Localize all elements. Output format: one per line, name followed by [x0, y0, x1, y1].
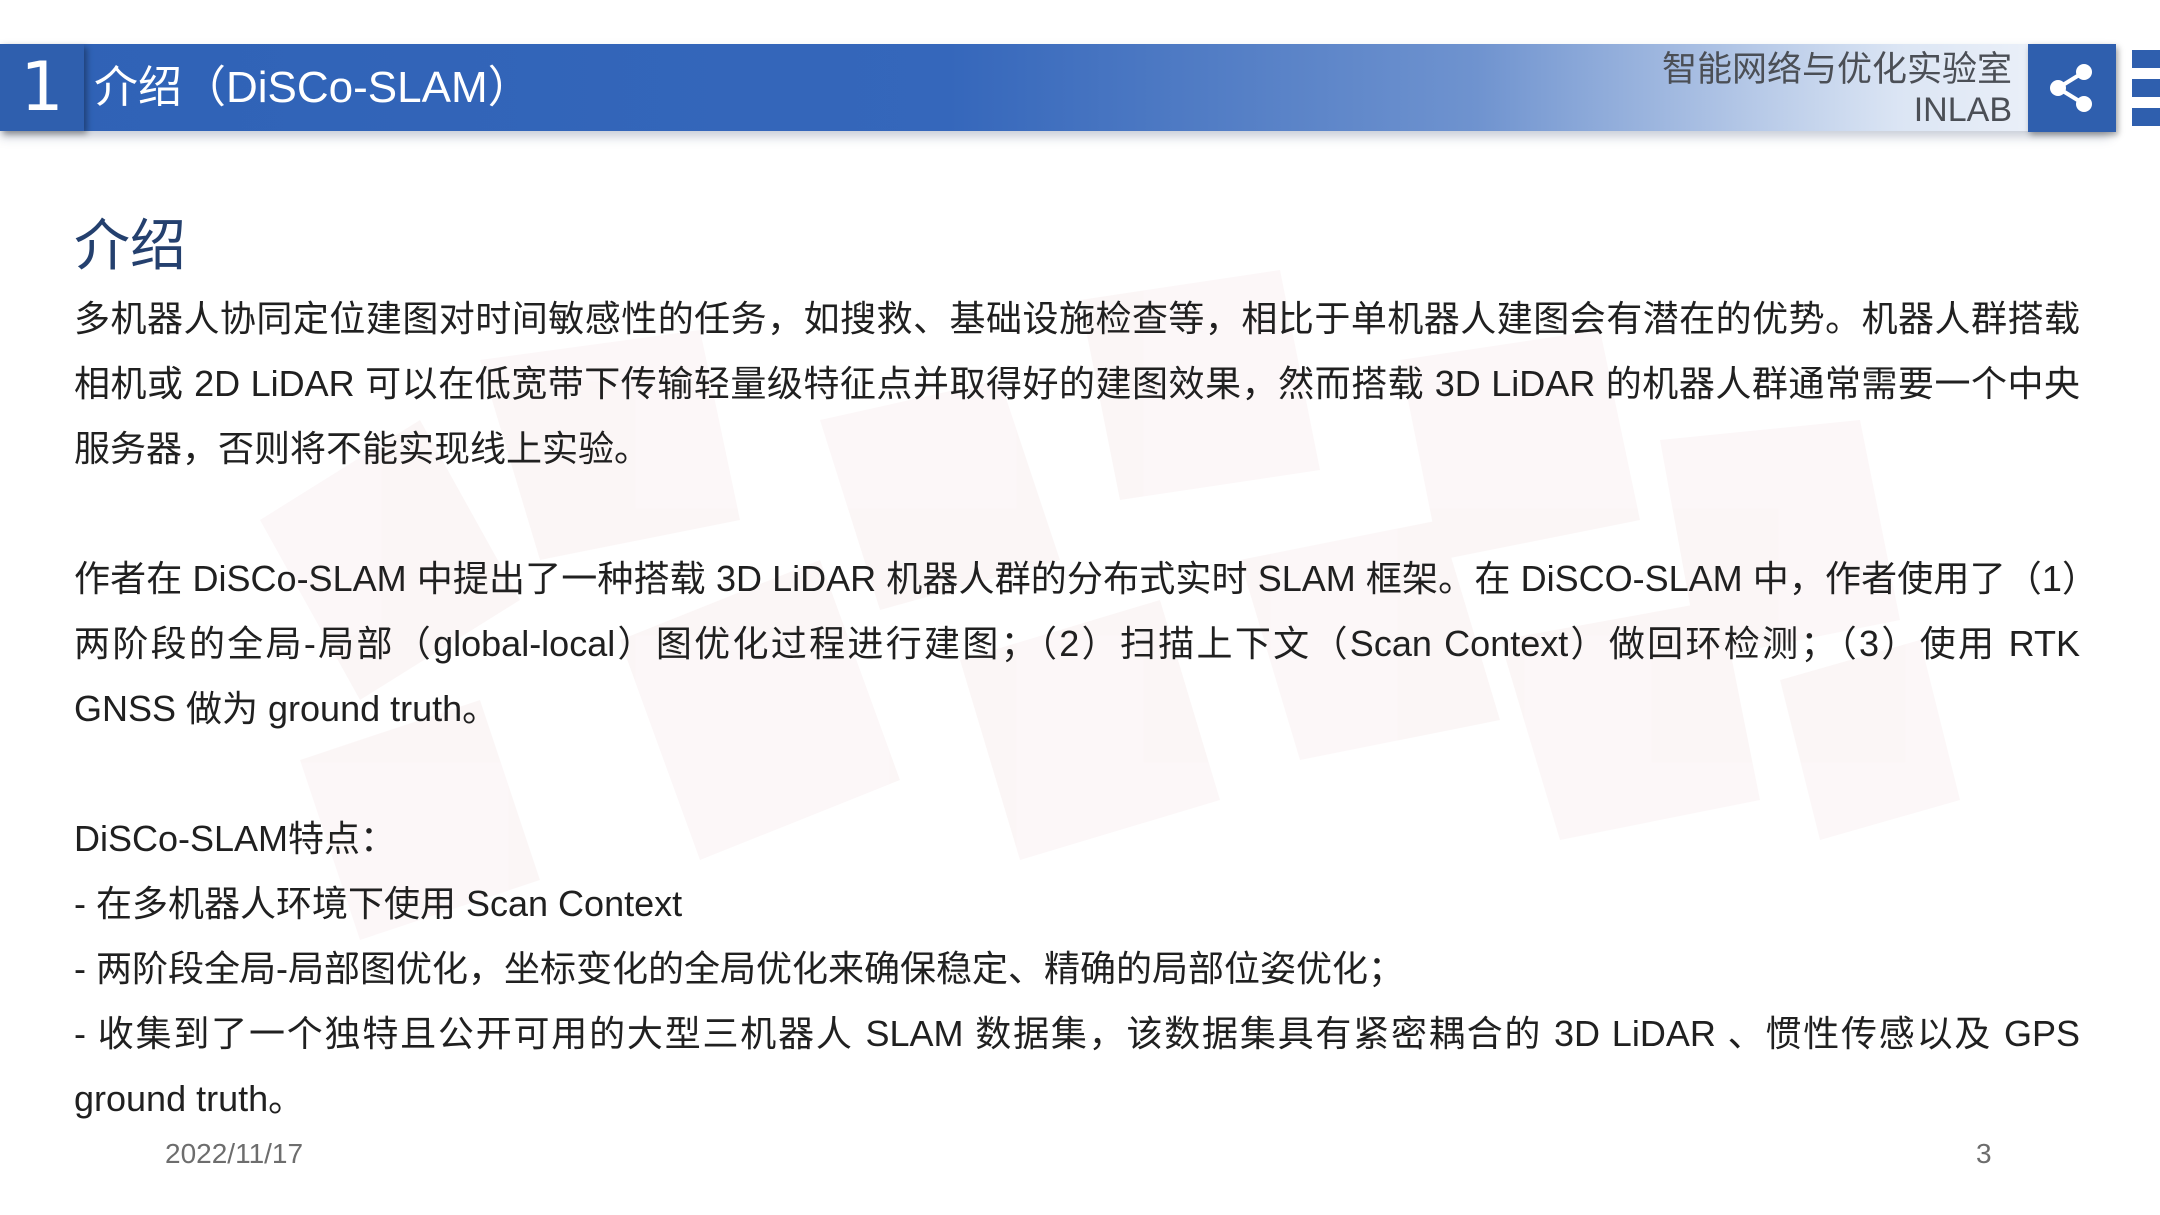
slide-title: 介绍（DiSCo-SLAM）: [94, 63, 532, 112]
share-button[interactable]: [2028, 44, 2116, 132]
feature-item: - 在多机器人环境下使用 Scan Context: [74, 883, 683, 924]
side-tab-bar: [2132, 50, 2160, 68]
lab-abbr: INLAB: [1913, 91, 2012, 129]
method-paragraph: 作者在 DiSCo-SLAM 中提出了一种搭载 3D LiDAR 机器人群的分布…: [74, 558, 2080, 729]
footer-date: 2022/11/17: [165, 1138, 304, 1169]
features-title: DiSCo-SLAM特点：: [74, 818, 397, 859]
section-number: 1: [20, 47, 64, 127]
feature-item: - 两阶段全局-局部图优化，坐标变化的全局优化来确保稳定、精确的局部位姿优化；: [74, 948, 1404, 989]
side-tab-bar: [2132, 79, 2160, 97]
lab-name: 智能网络与优化实验室: [1661, 50, 2012, 89]
lab-label: 智能网络与优化实验室 INLAB: [1662, 50, 2012, 130]
section-number-box: 1: [0, 44, 84, 131]
share-icon: [2050, 64, 2092, 112]
section-heading: 介绍: [74, 214, 186, 277]
page-number: 3: [1976, 1138, 1992, 1169]
slide-content: 介绍 多机器人协同定位建图对时间敏感性的任务，如搜救、基础设施检查等，相比于单机…: [74, 208, 2080, 1131]
side-tab-bar: [2132, 108, 2160, 126]
feature-item: - 收集到了一个独特且公开可用的大型三机器人 SLAM 数据集，该数据集具有紧密…: [74, 1013, 2080, 1119]
side-menu-tab[interactable]: [2132, 44, 2160, 132]
intro-paragraph: 多机器人协同定位建图对时间敏感性的任务，如搜救、基础设施检查等，相比于单机器人建…: [74, 298, 2080, 469]
